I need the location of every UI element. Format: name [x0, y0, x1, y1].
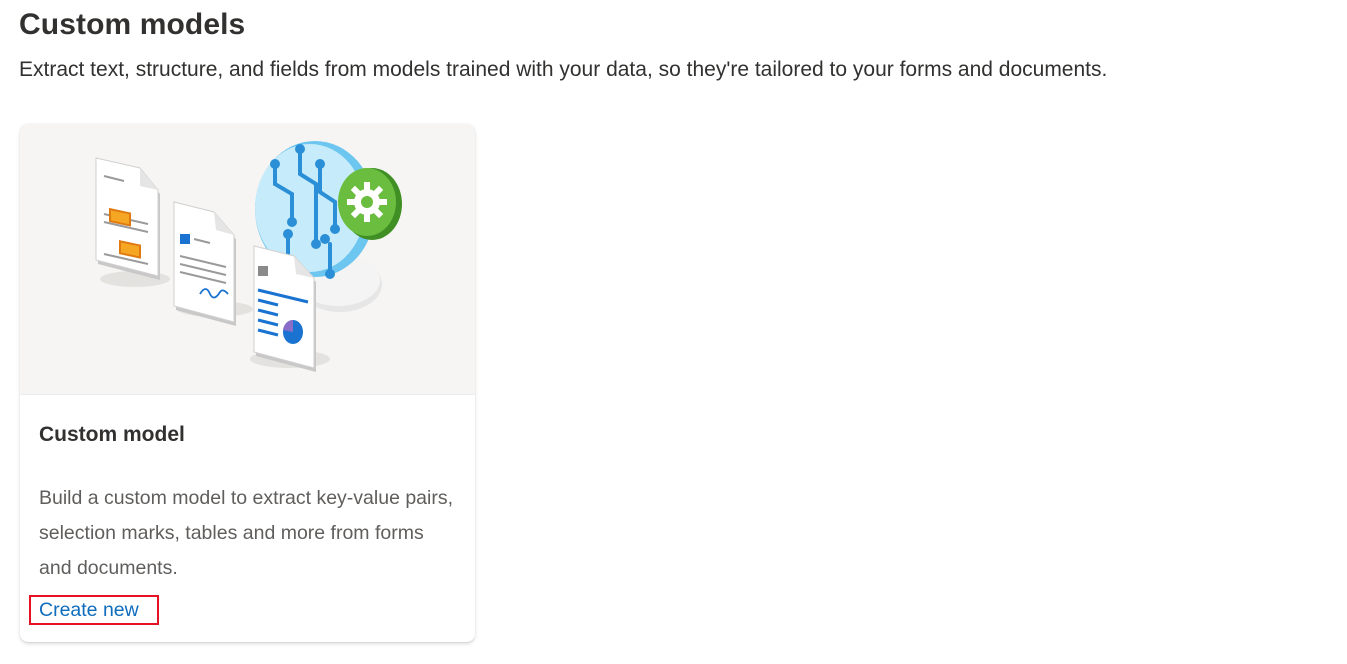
custom-model-illustration-icon — [95, 141, 402, 372]
card-description: Build a custom model to extract key-valu… — [39, 487, 454, 579]
create-new-label: Create new — [39, 599, 139, 621]
page-subtitle: Extract text, structure, and fields from… — [19, 58, 1108, 81]
custom-model-card: Custom model Build a custom model to ext… — [20, 124, 475, 642]
card-title: Custom model — [39, 423, 185, 446]
card-image — [20, 124, 475, 395]
page-title: Custom models — [19, 8, 246, 41]
create-new-link[interactable]: Create new — [29, 595, 159, 625]
